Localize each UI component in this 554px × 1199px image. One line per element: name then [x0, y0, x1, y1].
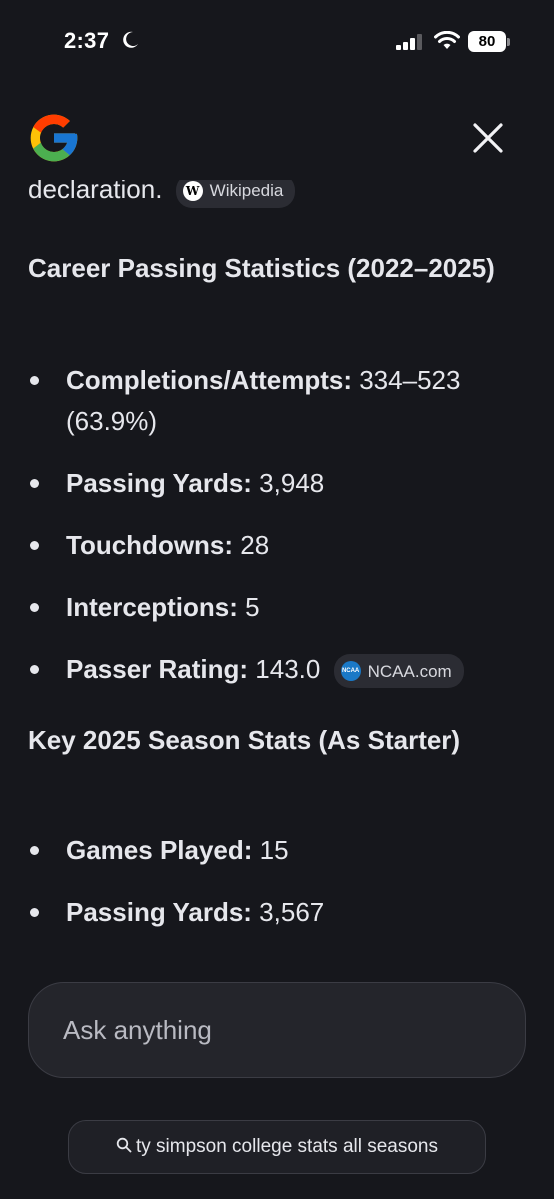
truncated-text: declaration.: [28, 180, 163, 204]
bullet-dot: [30, 846, 39, 855]
bullet-dot: [30, 665, 39, 674]
stat-label: Touchdowns:: [66, 530, 234, 560]
google-logo: [30, 114, 78, 162]
close-icon[interactable]: [466, 116, 510, 160]
bullet-dot: [30, 603, 39, 612]
ncaa-icon: NCAA: [340, 661, 361, 682]
search-icon: [116, 1138, 132, 1153]
battery-level: 80: [468, 31, 506, 52]
stat-label: Games Played:: [66, 835, 253, 865]
chip-label: NCAA.com: [367, 661, 452, 681]
stat-label: Passer Rating:: [66, 654, 249, 684]
list-item: Passing Yards: 3,567: [28, 892, 508, 933]
list-item: Passer Rating: 143.0 NCAA NCAA.com: [28, 649, 508, 690]
list-item: Completions/Attempts: 334–523 (63.9%): [28, 360, 508, 442]
moon-icon: [123, 31, 138, 48]
list-item: Games Played: 15: [28, 830, 508, 871]
stat-value: 28: [233, 530, 270, 560]
stat-value: 5: [237, 592, 260, 622]
stat-value: 3,567: [251, 897, 325, 927]
search-suggestion-button[interactable]: ty simpson college stats all seasons: [68, 1120, 486, 1174]
battery-tip: [507, 38, 510, 46]
wikipedia-icon: W: [182, 181, 203, 202]
ai-answer-content: declaration. W Wikipedia Career Passing …: [0, 180, 554, 950]
source-chip-ncaa[interactable]: NCAA NCAA.com: [333, 654, 464, 689]
stat-label: Completions/Attempts:: [66, 365, 352, 395]
bullet-dot: [30, 479, 39, 488]
wifi-icon: [434, 31, 460, 49]
season-heading: Key 2025 Season Stats (As Starter): [28, 725, 461, 755]
bullet-dot: [30, 908, 39, 917]
signal-icon: [396, 34, 422, 50]
list-item: Touchdowns: 28: [28, 525, 508, 566]
status-time: 2:37: [64, 28, 110, 53]
stat-label: Interceptions:: [66, 592, 238, 622]
status-bar: 2:37 80: [0, 0, 554, 80]
list-item: Interceptions: 5: [28, 587, 508, 628]
stat-value: 143.0: [248, 654, 321, 684]
stat-value: 15: [252, 835, 289, 865]
stat-label: Passing Yards:: [66, 897, 252, 927]
stat-value: 3,948: [251, 468, 325, 498]
chip-label: Wikipedia: [209, 181, 284, 201]
source-chip-wikipedia[interactable]: W Wikipedia: [175, 180, 296, 209]
suggestion-label: ty simpson college stats all seasons: [135, 1136, 439, 1157]
stat-label: Passing Yards:: [66, 468, 252, 498]
ask-input[interactable]: Ask anything: [28, 982, 526, 1078]
bullet-dot: [30, 376, 39, 385]
truncated-paragraph: declaration. W Wikipedia: [28, 180, 296, 214]
bullet-dot: [30, 541, 39, 550]
battery-icon: 80: [468, 31, 510, 53]
list-item: Passing Yards: 3,948: [28, 463, 508, 504]
career-heading: Career Passing Statistics (2022–2025): [28, 253, 495, 283]
